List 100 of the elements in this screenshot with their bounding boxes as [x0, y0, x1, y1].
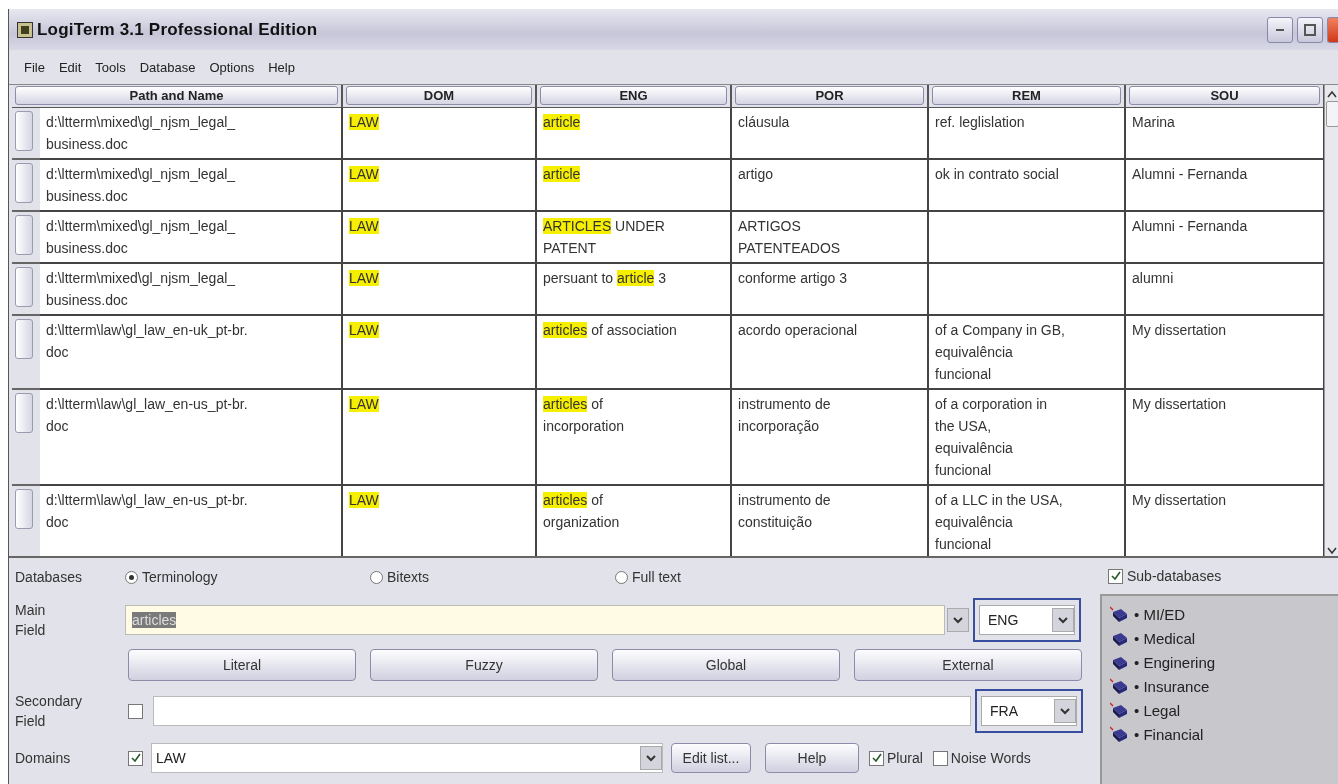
checkbox-label: Noise Words: [950, 750, 1031, 766]
menu-item[interactable]: Help: [263, 57, 300, 77]
table-cell-text: LAW: [349, 268, 380, 288]
menu-item[interactable]: Database: [134, 57, 201, 77]
dropdown-button[interactable]: [1054, 699, 1076, 723]
column-header[interactable]: Path and Name: [15, 86, 338, 106]
tree-item[interactable]: • Insurance: [1134, 677, 1210, 695]
radio-button[interactable]: [125, 570, 138, 584]
check-icon: [871, 753, 882, 763]
row-handle[interactable]: [15, 392, 33, 433]
maximize-icon: [1304, 23, 1316, 36]
table-cell-text: ARTIGOS PATENTEADOS: [738, 216, 842, 258]
check-icon: [130, 753, 141, 763]
search-button[interactable]: Fuzzy: [370, 649, 598, 681]
checkbox[interactable]: [932, 750, 948, 766]
column-header[interactable]: ENG: [540, 86, 727, 106]
table-cell-text: ARTICLES UNDER PATENT: [543, 216, 666, 258]
table-cell-text: of a Company in GB, equivalência funcional: [935, 320, 1066, 384]
table-cell-text: instrumento de constituição: [738, 490, 832, 532]
maximize-button[interactable]: [1297, 16, 1323, 43]
table-cell-text: Alumni - Fernanda: [1132, 216, 1249, 236]
table-cell-text: d:\ltterm\mixed\gl_njsm_legal_ business.doc: [46, 216, 237, 258]
language-dropdown[interactable]: FRA: [981, 696, 1077, 726]
close-button[interactable]: [1327, 16, 1338, 43]
table-cell-text: ok in contrato social: [935, 164, 1060, 184]
table-cell-text: alumni: [1132, 268, 1175, 288]
dropdown-button[interactable]: [640, 746, 662, 770]
table-cell-text: d:\ltterm\law\gl_law_en-uk_pt-br. doc: [46, 320, 249, 362]
domain-dropdown[interactable]: LAW: [151, 743, 663, 773]
window-title: LogiTerm 3.1 Professional Edition: [37, 19, 318, 40]
table-cell-text: Alumni - Fernanda: [1132, 164, 1249, 184]
radio-button[interactable]: [615, 570, 628, 584]
column-header[interactable]: POR: [735, 86, 924, 106]
scrollbar-thumb[interactable]: [1325, 101, 1338, 127]
checkbox[interactable]: [869, 750, 884, 766]
tree-item[interactable]: • Financial: [1134, 725, 1204, 743]
table-cell-text: of a LLC in the USA, equivalência funcional: [935, 490, 1064, 554]
field-label: Secondary Field: [15, 692, 83, 731]
column-header[interactable]: DOM: [346, 86, 532, 106]
checkbox-label: Plural: [887, 750, 923, 766]
row-handle[interactable]: [15, 214, 33, 255]
menu-item[interactable]: Tools: [90, 57, 131, 77]
menu-item[interactable]: Options: [204, 57, 260, 77]
radio-label: Bitexts: [387, 569, 429, 585]
table-cell-text: d:\ltterm\mixed\gl_njsm_legal_ business.doc: [46, 164, 237, 206]
search-button[interactable]: External: [854, 649, 1082, 681]
table-cell-text: LAW: [349, 216, 380, 236]
row-handle[interactable]: [15, 318, 33, 359]
table-cell-text: LAW: [349, 490, 380, 510]
minimize-button[interactable]: [1267, 16, 1293, 43]
table-cell-text: LAW: [349, 164, 380, 184]
search-button[interactable]: Literal: [128, 649, 356, 681]
row-handle[interactable]: [15, 162, 33, 203]
row-handle[interactable]: [15, 266, 33, 307]
scroll-down-icon: [1326, 546, 1338, 556]
tree-item[interactable]: • Medical: [1134, 629, 1196, 647]
tree-item[interactable]: • Enginering: [1134, 653, 1216, 671]
scroll-up-icon: [1326, 89, 1338, 99]
column-header[interactable]: REM: [932, 86, 1121, 106]
radio-label: Full text: [632, 569, 681, 585]
table-cell-text: artigo: [738, 164, 775, 184]
table-cell-text: d:\ltterm\law\gl_law_en-us_pt-br. doc: [46, 490, 249, 532]
dropdown-button[interactable]: [1052, 608, 1074, 632]
checkbox[interactable]: [128, 703, 143, 719]
menu-item[interactable]: File: [19, 57, 50, 77]
checkbox[interactable]: [1108, 568, 1123, 584]
check-icon: [1110, 571, 1121, 581]
button[interactable]: Help: [765, 743, 859, 773]
field-label: Main Field: [15, 601, 47, 640]
row-handle[interactable]: [15, 488, 33, 529]
table-cell-text: LAW: [349, 112, 380, 132]
table-cell-text: LAW: [349, 394, 380, 414]
checkbox[interactable]: [128, 750, 143, 766]
tree-item[interactable]: • Legal: [1134, 701, 1181, 719]
row-handle[interactable]: [15, 110, 33, 151]
table-cell-text: of a corporation in the USA, equivalência funcional: [935, 394, 1049, 480]
table-cell-text: conforme artigo 3: [738, 268, 848, 288]
menu-item[interactable]: Edit: [53, 57, 87, 77]
field-label: Domains: [15, 749, 72, 768]
radio-button[interactable]: [370, 570, 383, 584]
tree-item[interactable]: • MI/ED: [1134, 605, 1186, 623]
table-cell-text: My dissertation: [1132, 320, 1228, 340]
button[interactable]: Edit list...: [671, 743, 751, 773]
scrollbar[interactable]: [1324, 85, 1338, 556]
radio-dot-icon: [129, 574, 134, 580]
checkbox-label: Sub-databases: [1127, 568, 1222, 584]
dropdown-button[interactable]: [947, 608, 969, 632]
radio-label: Terminology: [142, 569, 218, 585]
input-field[interactable]: [153, 696, 971, 726]
language-dropdown[interactable]: ENG: [979, 605, 1075, 635]
table-cell-text: LAW: [349, 320, 380, 340]
table-cell-text: articles of organization: [543, 490, 621, 532]
table-cell-text: cláusula: [738, 112, 791, 132]
table-cell-text: d:\ltterm\mixed\gl_njsm_legal_ business.doc: [46, 112, 237, 154]
table-cell-text: d:\ltterm\mixed\gl_njsm_legal_ business.doc: [46, 268, 237, 310]
chevron-down-icon: [1060, 707, 1070, 715]
table-cell-text: article: [543, 112, 582, 132]
search-button[interactable]: Global: [612, 649, 840, 681]
column-header[interactable]: SOU: [1129, 86, 1320, 106]
table-cell-text: My dissertation: [1132, 394, 1228, 414]
